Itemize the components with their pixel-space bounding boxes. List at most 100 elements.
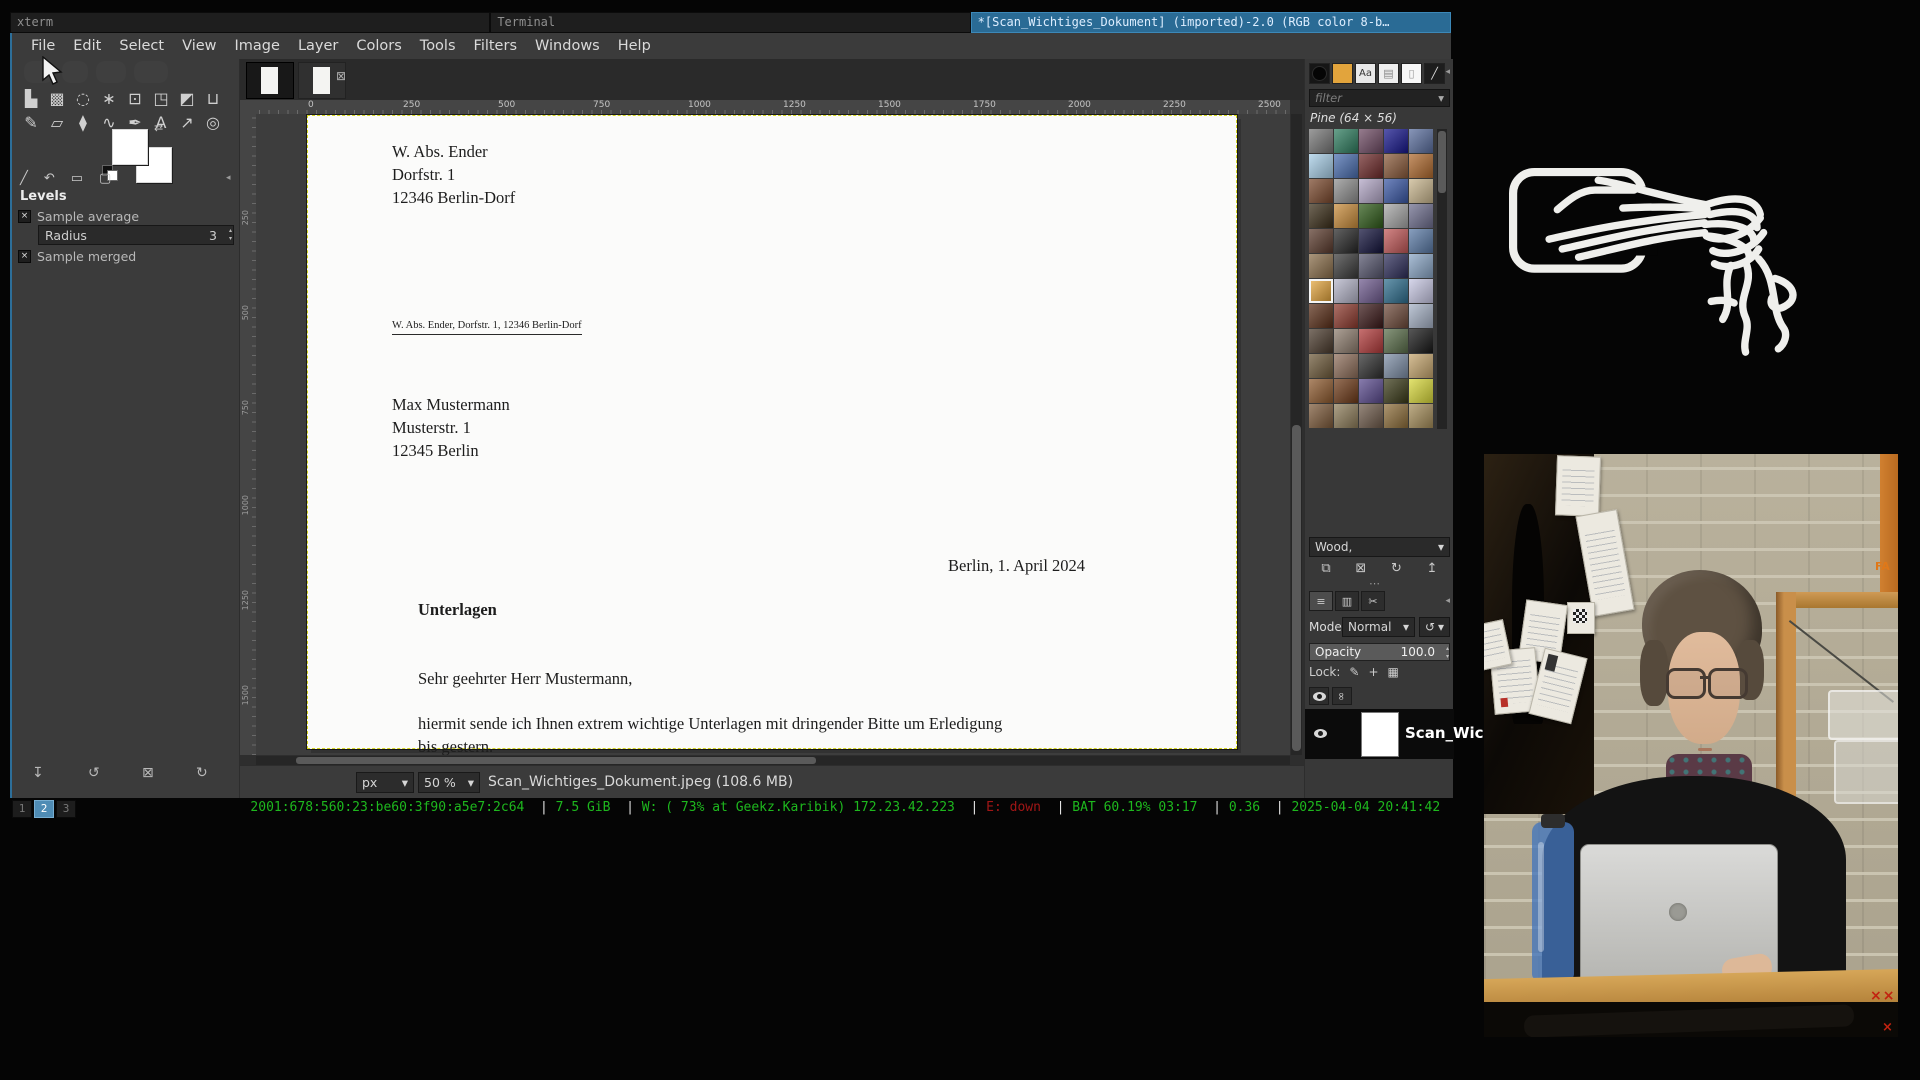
pattern-swatch[interactable] (1359, 154, 1383, 178)
pattern-swatch[interactable] (1334, 329, 1358, 353)
pattern-swatch[interactable] (1359, 179, 1383, 203)
pattern-swatch[interactable] (1359, 279, 1383, 303)
delete-pattern-button[interactable]: ⊠ (1355, 561, 1366, 576)
swap-colors-icon[interactable]: ⇄ (154, 121, 163, 134)
pattern-swatch[interactable] (1409, 304, 1433, 328)
free-select-tool[interactable]: ◌ (70, 87, 96, 111)
transform-tool[interactable]: ◳ (148, 87, 174, 111)
wm-tab-1[interactable]: xterm (10, 12, 490, 33)
menu-item-tools[interactable]: Tools (411, 35, 465, 57)
radius-spinner[interactable]: Radius 3 ▴▾ (38, 225, 234, 245)
zoom-tool[interactable]: ◎ (200, 111, 226, 135)
pattern-swatch[interactable] (1384, 254, 1408, 278)
sample-average-checkbox[interactable]: × (18, 210, 31, 223)
rectangle-select-tool[interactable]: ▩ (44, 87, 70, 111)
pattern-swatch[interactable] (1359, 354, 1383, 378)
pattern-swatch[interactable] (1409, 279, 1433, 303)
link-toggle[interactable]: ∞ (1332, 687, 1352, 705)
bucket-fill-tool[interactable]: ⊔ (200, 87, 226, 111)
tool-options-icon[interactable]: ╱ (20, 171, 28, 186)
close-tab-icon[interactable]: ⊠ (336, 69, 346, 83)
pattern-swatch[interactable] (1334, 154, 1358, 178)
pattern-swatch[interactable] (1409, 129, 1433, 153)
pattern-filter-input[interactable]: filter ▾ (1309, 89, 1450, 107)
pattern-grid-scrollbar[interactable] (1437, 129, 1447, 429)
duplicate-pattern-button[interactable]: ⧉ (1321, 561, 1330, 576)
unit-dropdown[interactable]: px ▾ (356, 772, 414, 793)
document-history-tab[interactable]: ▤ (1378, 63, 1399, 84)
layers-tab[interactable]: ≡ (1309, 591, 1333, 611)
pattern-swatch[interactable] (1309, 329, 1333, 353)
lock-pixels-icon[interactable]: ✎ (1349, 665, 1359, 679)
pattern-swatch[interactable] (1359, 229, 1383, 253)
layer-mode-dropdown[interactable]: Normal ▾ (1342, 617, 1415, 637)
visibility-toggle[interactable] (1309, 687, 1329, 705)
pattern-swatch[interactable] (1409, 404, 1433, 428)
fonts-tab[interactable]: Aa (1355, 63, 1376, 84)
clone-tool[interactable]: ⧫ (70, 111, 96, 135)
pattern-swatch[interactable] (1359, 254, 1383, 278)
lock-alpha-icon[interactable]: ▦ (1388, 665, 1399, 679)
menu-item-layer[interactable]: Layer (289, 35, 347, 57)
pattern-swatch[interactable] (1359, 129, 1383, 153)
menu-item-colors[interactable]: Colors (347, 35, 410, 57)
menu-item-windows[interactable]: Windows (526, 35, 609, 57)
gradients-tab[interactable]: ╱ (1424, 63, 1445, 84)
pattern-swatch[interactable] (1309, 279, 1333, 303)
menu-item-help[interactable]: Help (609, 35, 660, 57)
pattern-swatch[interactable] (1334, 229, 1358, 253)
pattern-swatch[interactable] (1309, 204, 1333, 228)
pattern-swatch[interactable] (1359, 379, 1383, 403)
alignment-tool[interactable]: ▙ (18, 87, 44, 111)
wm-tab-2[interactable]: Terminal (490, 12, 970, 33)
pattern-swatch[interactable] (1334, 379, 1358, 403)
image-tab-1[interactable] (246, 62, 294, 99)
pattern-swatch[interactable] (1384, 304, 1408, 328)
pattern-tag-dropdown[interactable]: Wood, ▾ (1309, 537, 1450, 557)
refresh-patterns-button[interactable]: ↻ (1391, 561, 1402, 576)
menu-item-image[interactable]: Image (226, 35, 289, 57)
menu-item-view[interactable]: View (173, 35, 225, 57)
pattern-swatch[interactable] (1384, 329, 1408, 353)
patterns-tab[interactable] (1332, 63, 1353, 84)
pattern-swatch[interactable] (1334, 404, 1358, 428)
eraser-tool[interactable]: ▱ (44, 111, 70, 135)
workspace-button-1[interactable]: 1 (12, 800, 32, 818)
menu-item-file[interactable]: File (22, 35, 64, 57)
pattern-swatch[interactable] (1384, 154, 1408, 178)
pattern-swatch[interactable] (1309, 229, 1333, 253)
pattern-swatch[interactable] (1409, 329, 1433, 353)
foreground-color-swatch[interactable] (112, 129, 148, 165)
mode-switch-button[interactable]: ↺ ▾ (1419, 617, 1450, 637)
handle-transform-tool[interactable]: ◩ (174, 87, 200, 111)
pattern-swatch[interactable] (1334, 354, 1358, 378)
fuzzy-select-tool[interactable]: ∗ (96, 87, 122, 111)
layer-row[interactable]: Scan_Wic (1305, 709, 1454, 759)
pattern-swatch[interactable] (1309, 154, 1333, 178)
vertical-scrollbar[interactable] (1291, 114, 1302, 755)
workspace-button-2[interactable]: 2 (34, 800, 54, 818)
opacity-spin-arrows[interactable]: ▴▾ (1446, 645, 1449, 661)
pattern-swatch[interactable] (1334, 279, 1358, 303)
horizontal-ruler[interactable]: 02505007501000125015001750200022502500 (240, 100, 1290, 114)
pattern-scrollbar-thumb[interactable] (1438, 131, 1446, 193)
open-pattern-button[interactable]: ↥ (1427, 561, 1438, 576)
pattern-swatch[interactable] (1359, 404, 1383, 428)
pattern-swatch[interactable] (1334, 204, 1358, 228)
opacity-slider[interactable]: Opacity 100.0 ▴▾ (1309, 643, 1450, 661)
pattern-swatch[interactable] (1359, 329, 1383, 353)
zoom-dropdown[interactable]: 50 % ▾ (418, 772, 480, 793)
horizontal-scrollbar-thumb[interactable] (296, 757, 816, 764)
menu-item-filters[interactable]: Filters (465, 35, 526, 57)
brushes-tab[interactable] (1309, 63, 1330, 84)
paintbrush-tool[interactable]: ✎ (18, 111, 44, 135)
pattern-swatch[interactable] (1409, 379, 1433, 403)
pattern-swatch[interactable] (1409, 204, 1433, 228)
collapse-dock-icon[interactable]: ◂ (1445, 67, 1450, 77)
pattern-swatch[interactable] (1334, 129, 1358, 153)
paths-tab[interactable]: ✂ (1361, 591, 1385, 611)
layer-visibility-eye-icon[interactable] (1314, 729, 1327, 738)
canvas-viewport[interactable]: W. Abs. EnderDorfstr. 112346 Berlin-Dorf… (256, 114, 1290, 755)
save-settings-button[interactable]: ↧ (32, 765, 44, 781)
menu-item-select[interactable]: Select (110, 35, 173, 57)
